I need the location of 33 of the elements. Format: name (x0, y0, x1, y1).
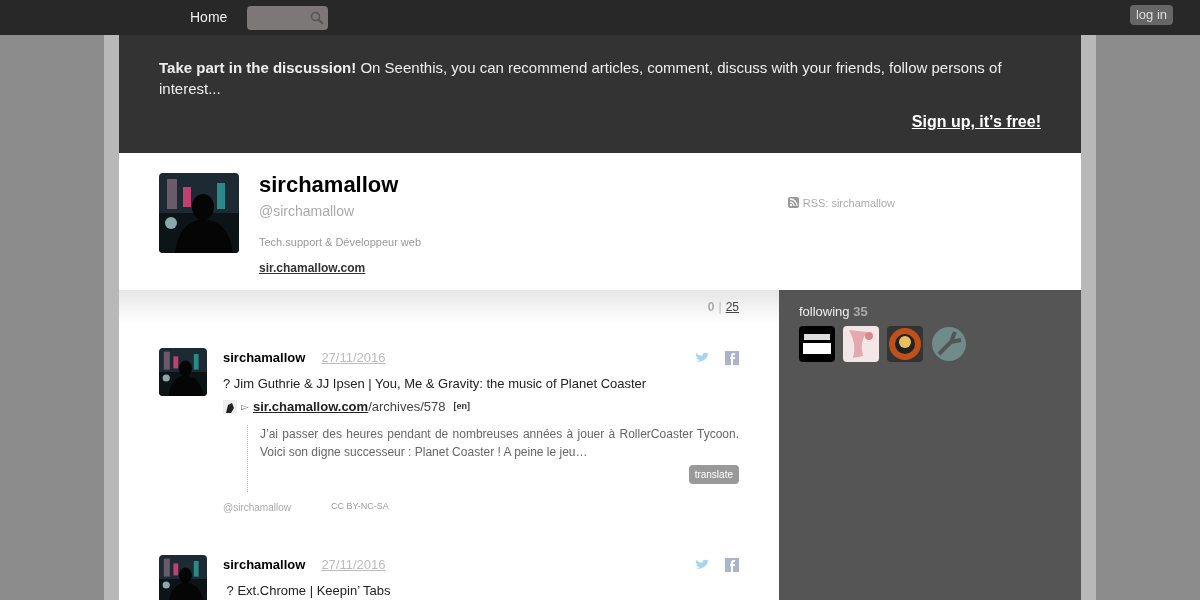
favicon-icon (223, 399, 237, 414)
banner-text: Take part in the discussion! On Seenthis, you can recommend articles, comment, discuss with your friends, follow persons of interest... (159, 58, 1003, 99)
post-link[interactable]: sir.chamallow.com/archives/578 (253, 397, 446, 417)
post-title: ? Jim Guthrie & JJ Ipsen | You, Me & Gravity: the music of Planet Coaster (223, 374, 648, 393)
post-author[interactable]: sirchamallow (223, 348, 306, 368)
rss-link[interactable]: RSS: sirchamallow (802, 195, 895, 212)
search-field[interactable] (247, 5, 329, 30)
home-link[interactable]: Home (190, 7, 228, 28)
author-handle[interactable]: @sirchamallow (223, 499, 291, 515)
profile-handle: @sirchamallow (259, 202, 356, 221)
search-icon (310, 10, 325, 25)
page-link[interactable]: 25 (725, 298, 739, 316)
pager-separator: | (718, 299, 722, 316)
post-author[interactable]: sirchamallow (223, 555, 306, 575)
page-number: 0 (707, 299, 715, 316)
license-label[interactable]: CC BY-NC-SA (330, 499, 389, 515)
translate-button[interactable]: translate (688, 464, 739, 484)
post-title: ? Ext.Chrome | Keepin’ Tabs (225, 581, 392, 600)
bird-icon[interactable] (695, 558, 709, 571)
facebook-icon[interactable] (725, 557, 739, 572)
rss-icon[interactable] (787, 197, 799, 208)
profile-bio: Tech.support & Développeur web (259, 235, 422, 250)
post-excerpt: J’ai passer des heures pendant de nombreuses années à jouer à RollerCoaster Tycoon. Voici son digne successeur : Planet Coaster ! A peine le jeu… (260, 425, 739, 461)
website-link[interactable]: sir.chamallow.com (259, 258, 422, 277)
link-marker: ▻ (241, 400, 249, 415)
language-tag: [en] (453, 400, 470, 414)
signup-link[interactable]: Sign up, it’s free! (911, 110, 1041, 134)
following-count[interactable]: 35 (853, 304, 868, 319)
following-label: following (799, 304, 850, 319)
bird-icon[interactable] (695, 351, 709, 364)
facebook-icon[interactable] (725, 350, 739, 365)
login-button[interactable]: log in (1129, 5, 1173, 25)
profile-name: sirchamallow (259, 173, 400, 197)
